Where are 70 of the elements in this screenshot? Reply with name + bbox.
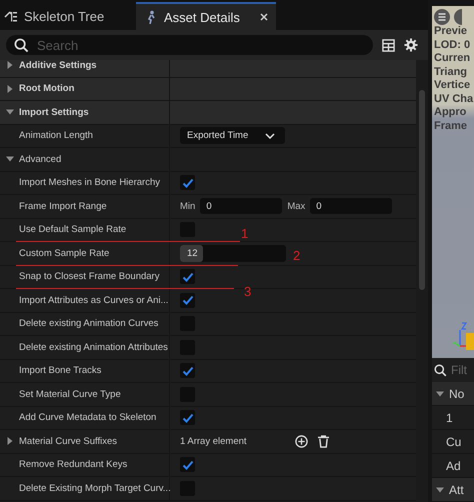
property-label: Delete Existing Morph Target Curv... bbox=[19, 482, 171, 494]
mesh-preview bbox=[466, 333, 474, 350]
stats-text: Triang bbox=[434, 66, 468, 79]
stats-text: Appro bbox=[434, 106, 468, 120]
property-label: Import Meshes in Bone Hierarchy bbox=[19, 177, 160, 188]
stats-text: UV Cha bbox=[434, 92, 474, 106]
property-label: Custom Sample Rate bbox=[19, 248, 110, 259]
max-field[interactable]: 0 bbox=[310, 198, 392, 214]
checkbox[interactable] bbox=[180, 363, 195, 378]
annotation-number: 1 bbox=[241, 226, 248, 241]
property-label: 1 bbox=[446, 410, 453, 424]
expanded-arrow-icon[interactable] bbox=[6, 155, 14, 164]
property-label: Delete existing Animation Attributes bbox=[19, 342, 168, 353]
annotation-number: 3 bbox=[244, 284, 252, 299]
circle-button-icon[interactable] bbox=[454, 9, 462, 25]
min-field[interactable]: 0 bbox=[200, 198, 282, 214]
annotation-number: 2 bbox=[293, 248, 300, 262]
checkbox[interactable] bbox=[180, 269, 195, 284]
filter-field[interactable]: Filt bbox=[451, 363, 473, 377]
scrollbar-thumb[interactable] bbox=[419, 90, 425, 290]
search-icon bbox=[434, 364, 447, 376]
property-label: Cu bbox=[446, 434, 462, 448]
menu-icon[interactable] bbox=[434, 9, 450, 25]
stats-text: Previe bbox=[434, 25, 468, 38]
property-label: Frame Import Range bbox=[19, 200, 107, 212]
section-header[interactable]: Import Settings bbox=[19, 106, 89, 118]
checkbox[interactable] bbox=[180, 175, 195, 190]
tab[interactable]: Skeleton Tree bbox=[0, 2, 128, 30]
property-label: Import Attributes as Curves or Ani... bbox=[19, 294, 168, 306]
search-field[interactable]: Search bbox=[6, 35, 373, 55]
checkbox[interactable] bbox=[180, 410, 195, 426]
collapsed-arrow-icon[interactable] bbox=[6, 84, 14, 93]
property-label: Material Curve Suffixes bbox=[19, 436, 118, 447]
search-icon bbox=[14, 38, 29, 53]
expanded-arrow-icon[interactable] bbox=[6, 108, 14, 116]
dropdown[interactable]: Exported Time bbox=[180, 127, 285, 144]
property-label: Animation Length bbox=[19, 130, 93, 142]
trash-icon[interactable] bbox=[318, 434, 329, 448]
property-label: Remove Redundant Keys bbox=[19, 459, 128, 470]
checkbox[interactable] bbox=[180, 457, 195, 472]
stats-text: Frame bbox=[434, 120, 468, 133]
max-label: Max bbox=[287, 200, 306, 212]
property-label: Set Material Curve Type bbox=[19, 388, 121, 400]
bone-tree-icon bbox=[4, 9, 18, 23]
property-label: Add Curve Metadata to Skeleton bbox=[19, 412, 156, 424]
settings-icon[interactable] bbox=[404, 38, 418, 52]
close-icon[interactable] bbox=[260, 13, 268, 21]
caret-icon bbox=[265, 132, 275, 139]
collapsed-arrow-icon[interactable] bbox=[6, 61, 14, 70]
expanded-arrow-icon[interactable] bbox=[436, 486, 444, 494]
property-label: Use Default Sample Rate bbox=[19, 224, 126, 236]
collapsed-arrow-icon[interactable] bbox=[6, 437, 14, 446]
array-count: 1 Array element bbox=[180, 436, 248, 447]
checkbox[interactable] bbox=[180, 292, 195, 308]
property-label: Import Bone Tracks bbox=[19, 365, 102, 376]
table-icon[interactable] bbox=[382, 38, 395, 52]
stats-text: Curren bbox=[434, 52, 472, 66]
add-icon[interactable] bbox=[295, 434, 308, 448]
section-header[interactable]: Root Motion bbox=[19, 83, 74, 94]
stats-text: Vertice bbox=[434, 79, 472, 92]
expanded-arrow-icon[interactable] bbox=[436, 390, 444, 398]
number-field[interactable]: 12 bbox=[180, 244, 286, 262]
min-label: Min bbox=[180, 200, 196, 212]
property-label: Delete existing Animation Curves bbox=[19, 318, 158, 330]
section-header[interactable]: Advanced bbox=[19, 154, 62, 165]
stats-text: LOD: 0 bbox=[434, 38, 472, 52]
property-label: Snap to Closest Frame Boundary bbox=[19, 271, 160, 282]
section-header[interactable]: Additive Settings bbox=[19, 60, 97, 71]
property-label: Ad bbox=[446, 458, 461, 472]
tab[interactable]: Asset Details bbox=[136, 2, 276, 30]
